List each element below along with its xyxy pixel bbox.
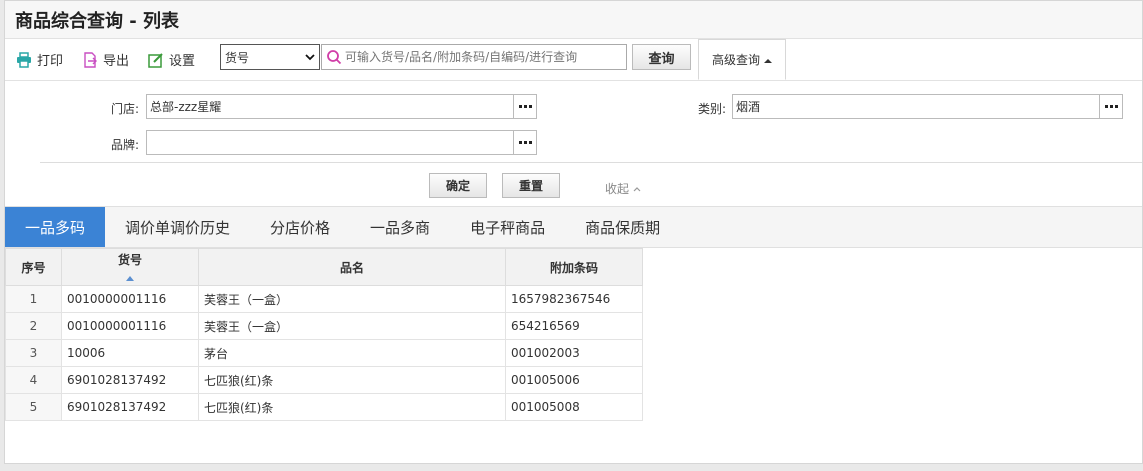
tab-shelf-life[interactable]: 商品保质期	[565, 207, 680, 247]
collapse-label: 收起	[605, 182, 630, 196]
cell-extra-barcode: 001005006	[505, 366, 643, 394]
caret-up-icon	[764, 53, 772, 67]
cell-item-no: 6901028137492	[61, 366, 199, 394]
table-row[interactable]: 1 0010000001116 芙蓉王（一盒） 1657982367546	[5, 285, 643, 313]
column-header-product-name[interactable]: 品名	[198, 248, 506, 286]
category-label: 类别:	[698, 102, 727, 116]
brand-field[interactable]	[146, 130, 537, 155]
cell-extra-barcode: 1657982367546	[505, 285, 643, 313]
table-row[interactable]: 4 6901028137492 七匹狼(红)条 001005006	[5, 366, 643, 394]
settings-label: 设置	[169, 54, 196, 69]
cell-product-name: 芙蓉王（一盒）	[198, 312, 506, 340]
cell-index: 2	[5, 312, 62, 340]
page-title: 商品综合查询 - 列表	[15, 10, 180, 32]
column-header-item-no[interactable]: 货号	[61, 248, 199, 286]
cell-extra-barcode: 001002003	[505, 339, 643, 367]
item-no-header-label: 货号	[117, 252, 142, 267]
cell-product-name: 七匹狼(红)条	[198, 393, 506, 421]
confirm-button[interactable]: 确定	[429, 173, 487, 198]
cell-extra-barcode: 001005008	[505, 393, 643, 421]
search-input[interactable]	[345, 50, 615, 64]
table-row[interactable]: 5 6901028137492 七匹狼(红)条 001005008	[5, 393, 643, 421]
table-header-row: 序号 货号 品名 附加条码	[5, 248, 643, 286]
edit-icon	[148, 52, 164, 68]
table-row[interactable]: 2 0010000001116 芙蓉王（一盒） 654216569	[5, 312, 643, 340]
export-icon	[82, 51, 98, 68]
more-icon[interactable]	[513, 95, 536, 118]
cell-item-no: 0010000001116	[61, 312, 199, 340]
advanced-filter-panel: 门店: 总部-zzz星耀 类别: 烟酒 品牌: 确定 重置 收起	[5, 81, 1142, 206]
cell-index: 1	[5, 285, 62, 313]
cell-index: 5	[5, 393, 62, 421]
print-label: 打印	[37, 54, 64, 69]
store-value: 总部-zzz星耀	[150, 100, 222, 114]
chevron-down-icon	[305, 51, 315, 65]
tab-multi-barcode[interactable]: 一品多码	[5, 207, 106, 247]
tab-branch-price[interactable]: 分店价格	[250, 207, 350, 247]
reset-button[interactable]: 重置	[502, 173, 560, 198]
cell-product-name: 茅台	[198, 339, 506, 367]
export-button[interactable]: 导出	[82, 49, 129, 71]
export-label: 导出	[103, 54, 130, 69]
category-value: 烟酒	[736, 100, 761, 114]
column-header-extra-barcode[interactable]: 附加条码	[505, 248, 643, 286]
advanced-query-label: 高级查询	[711, 53, 760, 67]
cell-index: 3	[5, 339, 62, 367]
tab-scale-goods[interactable]: 电子秤商品	[450, 207, 565, 247]
cell-item-no: 6901028137492	[61, 393, 199, 421]
print-button[interactable]: 打印	[16, 49, 63, 71]
chevron-up-icon	[633, 186, 641, 192]
store-label: 门店:	[111, 102, 140, 116]
collapse-link[interactable]: 收起	[605, 180, 641, 197]
tab-multi-supplier[interactable]: 一品多商	[350, 207, 450, 247]
more-icon[interactable]	[513, 131, 536, 154]
column-header-index[interactable]: 序号	[5, 248, 62, 286]
settings-button[interactable]: 设置	[148, 49, 195, 71]
search-box	[321, 44, 627, 70]
search-type-select[interactable]: 货号	[220, 44, 320, 70]
tab-price-history[interactable]: 调价单调价历史	[105, 207, 250, 247]
printer-icon	[16, 51, 32, 68]
advanced-query-button[interactable]: 高级查询	[698, 39, 786, 80]
toolbar: 打印 导出 设置 货号 查询 高级查询	[5, 39, 1142, 81]
store-field[interactable]: 总部-zzz星耀	[146, 94, 537, 119]
more-icon[interactable]	[1099, 95, 1122, 118]
category-field[interactable]: 烟酒	[732, 94, 1123, 119]
search-type-value: 货号	[225, 50, 250, 65]
table-row[interactable]: 3 10006 茅台 001002003	[5, 339, 643, 367]
tab-bar: 一品多码 调价单调价历史 分店价格 一品多商 电子秤商品 商品保质期	[5, 206, 1142, 248]
sort-asc-icon	[62, 270, 198, 284]
cell-product-name: 七匹狼(红)条	[198, 366, 506, 394]
cell-item-no: 0010000001116	[61, 285, 199, 313]
divider	[40, 162, 1142, 163]
title-bar: 商品综合查询 - 列表	[5, 1, 1142, 39]
app-window: 商品综合查询 - 列表 打印 导出 设置 货号 可输入货号/品名/附加条码/自编…	[4, 0, 1143, 464]
cell-index: 4	[5, 366, 62, 394]
results-table: 序号 货号 品名 附加条码 1 0010000001116 芙蓉王（一盒） 16…	[5, 248, 643, 421]
search-icon	[326, 49, 342, 65]
cell-product-name: 芙蓉王（一盒）	[198, 285, 506, 313]
brand-label: 品牌:	[111, 138, 140, 152]
query-button[interactable]: 查询	[632, 44, 691, 70]
cell-extra-barcode: 654216569	[505, 312, 643, 340]
cell-item-no: 10006	[61, 339, 199, 367]
